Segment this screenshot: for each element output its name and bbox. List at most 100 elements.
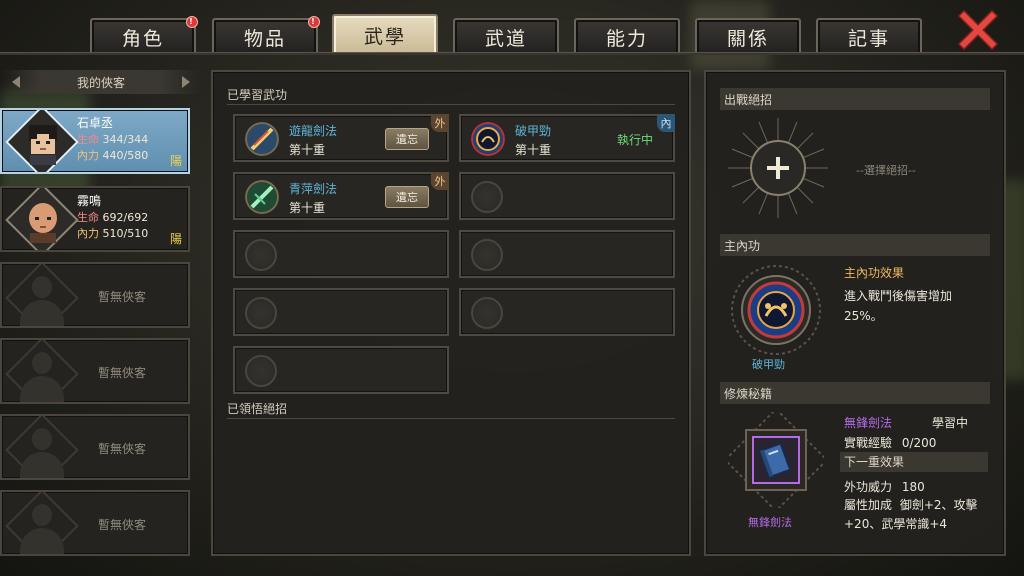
forget-button[interactable]: 遺忘 xyxy=(385,186,429,208)
empty-skill-slot[interactable] xyxy=(233,230,449,278)
bonus-row: 屬性加成 御劍+2、攻擊+20、武學常識+4 xyxy=(844,496,990,534)
empty-skill-slot[interactable] xyxy=(459,172,675,220)
silhouette-icon xyxy=(32,428,52,450)
book-status: 學習中 xyxy=(932,416,969,430)
tab-label: 關係 xyxy=(726,27,769,50)
book-icon-box xyxy=(752,436,800,484)
book-name: 無鋒劍法 xyxy=(844,416,893,430)
skill-slot[interactable]: 遊龍劍法 第十重 遺忘 外 xyxy=(233,114,449,162)
hero-name: 石卓丞 xyxy=(77,116,114,130)
external-tag: 外 xyxy=(431,172,449,190)
empty-slot-circle xyxy=(471,297,503,329)
ultimate-title: 出戰絕招 xyxy=(724,92,773,107)
ultimate-slot[interactable] xyxy=(726,116,830,220)
tab-martial-path[interactable]: 武道 xyxy=(453,18,559,54)
forget-button[interactable]: 遺忘 xyxy=(385,128,429,150)
hero-card[interactable]: 石卓丞 生命 344/344 內力 440/580 陽 xyxy=(0,108,190,174)
mp-value: 510/510 xyxy=(102,227,149,240)
hero-list-header: 我的俠客 xyxy=(2,70,200,94)
empty-slot-circle xyxy=(245,297,277,329)
tab-label: 武學 xyxy=(363,25,406,48)
main-inner-title: 主內功 xyxy=(724,238,761,253)
empty-hero-slot[interactable]: 暫無俠客 xyxy=(0,490,190,556)
inner-power-skill-icon xyxy=(471,122,505,156)
hero-card[interactable]: 霧鳴 生命 692/692 內力 510/510 陽 xyxy=(0,186,190,252)
power-label: 外功威力 xyxy=(844,480,893,494)
skill-level: 第十重 xyxy=(515,143,552,157)
cultivate-header: 修煉秘籍 xyxy=(720,382,990,404)
ultimate-header: 出戰絕招 xyxy=(720,88,990,110)
tab-label: 物品 xyxy=(243,27,286,50)
arrow-left-icon[interactable] xyxy=(12,76,20,88)
tab-items[interactable]: 物品 ! xyxy=(212,16,320,54)
hero-portrait-avatar xyxy=(29,203,57,243)
sword-skill-icon xyxy=(245,180,279,214)
mp-label: 內力 xyxy=(77,149,99,162)
empty-label: 暫無俠客 xyxy=(98,442,147,456)
exp-value: 0/200 xyxy=(901,436,937,450)
skill-slot[interactable]: 破甲勁 第十重 執行中 內 xyxy=(459,114,675,162)
comprehended-skills-title: 已領悟絕招 xyxy=(227,402,288,416)
tab-label: 武道 xyxy=(484,27,527,50)
empty-skill-slot[interactable] xyxy=(233,288,449,336)
empty-hero-slot[interactable]: 暫無俠客 xyxy=(0,414,190,480)
skill-name: 遊龍劍法 xyxy=(289,124,338,138)
empty-slot-circle xyxy=(245,355,277,387)
empty-slot-circle xyxy=(471,181,503,213)
book-frame[interactable] xyxy=(723,407,829,513)
mp-value: 440/580 xyxy=(102,149,149,162)
notification-badge: ! xyxy=(186,16,198,28)
next-effect-title: 下一重效果 xyxy=(844,455,905,469)
divider xyxy=(227,418,675,419)
book-caption: 無鋒劍法 xyxy=(748,516,792,529)
empty-label: 暫無俠客 xyxy=(98,366,147,380)
hp-value: 344/344 xyxy=(102,133,149,146)
power-value: 180 xyxy=(901,480,925,494)
tab-character[interactable]: 角色 ! xyxy=(90,16,198,54)
empty-slot-circle xyxy=(471,239,503,271)
empty-skill-slot[interactable] xyxy=(459,288,675,336)
exp-label: 實戰經驗 xyxy=(844,436,893,450)
martial-arts-panel: 已學習武功 遊龍劍法 第十重 遺忘 外 破甲勁 第十重 執行中 內 青萍劍法 第… xyxy=(211,70,691,556)
running-status: 執行中 xyxy=(617,133,654,147)
ornate-frame-icon xyxy=(731,265,821,355)
tab-label: 記事 xyxy=(847,27,890,50)
main-inner-icon-frame[interactable] xyxy=(730,264,822,356)
silhouette-icon xyxy=(32,352,52,374)
tab-martial-arts[interactable]: 武學 xyxy=(332,14,438,54)
tab-divider xyxy=(0,52,1024,55)
notification-badge: ! xyxy=(308,16,320,28)
tab-relations[interactable]: 關係 xyxy=(695,18,801,54)
main-tab-bar: 角色 ! 物品 ! 武學 武道 能力 關係 記事 xyxy=(88,14,938,54)
hero-portrait-avatar xyxy=(29,125,57,165)
tab-abilities[interactable]: 能力 xyxy=(574,18,680,54)
hero-trait: 陽 xyxy=(169,232,182,246)
close-x-icon xyxy=(958,10,998,50)
select-ultimate-hint[interactable]: --選擇絕招-- xyxy=(856,162,916,178)
skill-name: 青萍劍法 xyxy=(289,182,338,196)
skill-detail-panel: 出戰絕招 --選擇絕招-- 主內功 破甲勁 主內功效果 進入戰鬥後傷害增加25%… xyxy=(704,70,1006,556)
skill-level: 第十重 xyxy=(289,201,326,215)
arrow-right-icon[interactable] xyxy=(182,76,190,88)
hero-hp: 生命 692/692 xyxy=(77,209,148,225)
external-tag: 外 xyxy=(431,114,449,132)
tab-journal[interactable]: 記事 xyxy=(816,18,922,54)
hero-name: 霧鳴 xyxy=(77,194,102,208)
empty-hero-slot[interactable]: 暫無俠客 xyxy=(0,338,190,404)
learned-skills-title: 已學習武功 xyxy=(227,88,288,102)
internal-tag: 內 xyxy=(657,114,675,132)
empty-hero-slot[interactable]: 暫無俠客 xyxy=(0,262,190,328)
empty-skill-slot[interactable] xyxy=(233,346,449,394)
hp-value: 692/692 xyxy=(102,211,149,224)
main-inner-header: 主內功 xyxy=(720,234,990,256)
main-inner-effect: 進入戰鬥後傷害增加25%。 xyxy=(844,289,953,323)
hero-mp: 內力 510/510 xyxy=(77,225,148,241)
tab-label: 角色 xyxy=(121,27,164,50)
skill-slot[interactable]: 青萍劍法 第十重 遺忘 外 xyxy=(233,172,449,220)
close-button[interactable] xyxy=(957,10,999,50)
hp-label: 生命 xyxy=(77,133,99,146)
cultivate-title: 修煉秘籍 xyxy=(724,386,773,401)
empty-label: 暫無俠客 xyxy=(98,290,147,304)
empty-label: 暫無俠客 xyxy=(98,518,147,532)
empty-skill-slot[interactable] xyxy=(459,230,675,278)
